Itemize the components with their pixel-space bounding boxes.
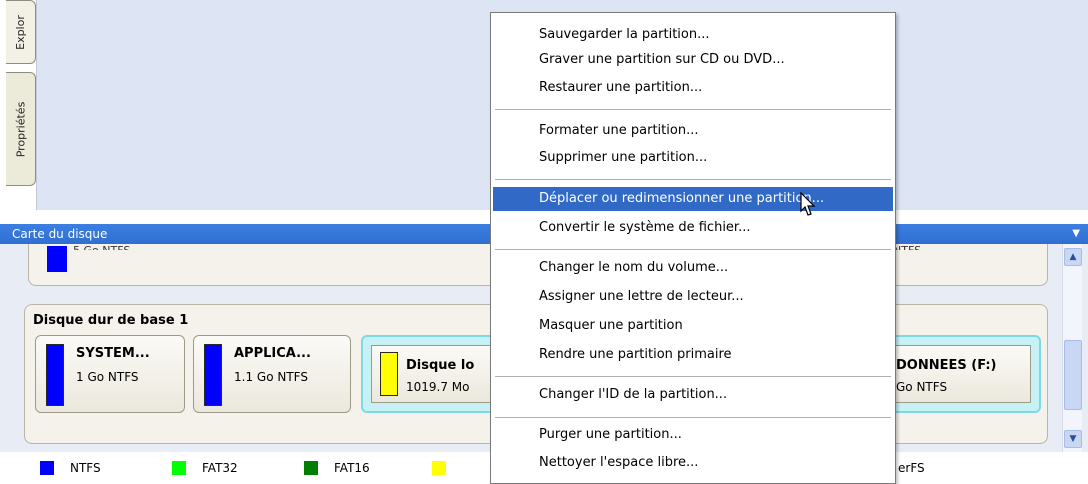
menu-item-hide[interactable]: Masquer une partition	[493, 314, 893, 338]
partition-system[interactable]: SYSTEM... 1 Go NTFS	[35, 335, 185, 413]
partition-name: SYSTEM...	[76, 346, 150, 361]
menu-item-backup[interactable]: Sauvegarder la partition...	[493, 23, 893, 47]
menu-item-change-id[interactable]: Changer l'ID de la partition...	[493, 383, 893, 407]
legend-swatch	[304, 461, 318, 475]
menu-item-format[interactable]: Formater une partition...	[493, 119, 893, 143]
legend-label: FAT32	[202, 461, 238, 475]
menu-item-wipe[interactable]: Purger une partition...	[493, 423, 893, 447]
partition-info: 1 Go NTFS	[76, 370, 139, 384]
menu-item-rename-volume[interactable]: Changer le nom du volume...	[493, 256, 893, 280]
menu-item-delete[interactable]: Supprimer une partition...	[493, 146, 893, 170]
tab-properties-label: Propriétés	[14, 101, 27, 157]
menu-item-restore[interactable]: Restaurer une partition...	[493, 76, 893, 100]
legend-swatch	[40, 461, 54, 475]
ntfs-swatch	[204, 344, 222, 406]
mouse-pointer-icon	[800, 192, 816, 216]
menu-item-burn[interactable]: Graver une partition sur CD ou DVD...	[493, 48, 893, 72]
legend-swatch	[432, 461, 446, 475]
tab-explorer[interactable]: Explor	[6, 0, 36, 64]
legend-label: NTFS	[70, 461, 101, 475]
legend-fat	[432, 460, 462, 476]
partition-name: DONNEES (F:)	[896, 358, 997, 373]
legend-fat32: FAT32	[172, 460, 238, 476]
disk-1-title: Disque dur de base 1	[33, 313, 189, 328]
partition-info: Go NTFS	[896, 380, 948, 394]
partition-donnees[interactable]: DONNEES (F:) Go NTFS	[891, 345, 1031, 403]
partition-applications[interactable]: APPLICA... 1.1 Go NTFS	[193, 335, 351, 413]
menu-separator	[495, 109, 891, 110]
legend-fat16: FAT16	[304, 460, 370, 476]
legend-ntfs: NTFS	[40, 460, 101, 476]
disk-0-partial-text: 5 Go NTFS	[73, 244, 130, 250]
arrow-up-icon[interactable]: ▲	[1064, 248, 1082, 266]
partition-info: 1019.7 Mo	[406, 380, 470, 394]
diskmap-scrollbar[interactable]: ▲ ▼	[1062, 244, 1082, 452]
legend-label: erFS	[898, 461, 925, 475]
ntfs-swatch	[46, 344, 64, 406]
tab-explorer-label: Explor	[14, 14, 28, 50]
legend-reiserfs: erFS	[898, 460, 925, 476]
partition-name: APPLICA...	[234, 346, 311, 361]
ntfs-swatch	[47, 246, 67, 272]
menu-separator	[495, 179, 891, 180]
menu-separator	[495, 249, 891, 250]
chevron-down-icon[interactable]: ▼	[1072, 224, 1080, 244]
menu-item-assign-letter[interactable]: Assigner une lettre de lecteur...	[493, 285, 893, 309]
menu-separator	[495, 376, 891, 377]
diskmap-title: Carte du disque	[12, 227, 108, 241]
scrollbar-thumb[interactable]	[1064, 340, 1082, 410]
context-menu: Sauvegarder la partition... Graver une p…	[490, 12, 896, 484]
partition-info: 1.1 Go NTFS	[234, 370, 308, 384]
tab-properties[interactable]: Propriétés	[6, 72, 36, 186]
disk-0-partial-right: NTFS	[893, 244, 921, 250]
legend-label: FAT16	[334, 461, 370, 475]
menu-item-convert-fs[interactable]: Convertir le système de fichier...	[493, 216, 893, 240]
menu-item-make-primary[interactable]: Rendre une partition primaire	[493, 343, 893, 367]
menu-separator	[495, 417, 891, 418]
legend-swatch	[172, 461, 186, 475]
partition-name: Disque lo	[406, 358, 475, 373]
menu-item-move-resize[interactable]: Déplacer ou redimensionner une partition…	[493, 187, 893, 211]
menu-item-clean-free-space[interactable]: Nettoyer l'espace libre...	[493, 451, 893, 475]
fat-swatch	[380, 352, 398, 396]
arrow-down-icon[interactable]: ▼	[1064, 430, 1082, 448]
